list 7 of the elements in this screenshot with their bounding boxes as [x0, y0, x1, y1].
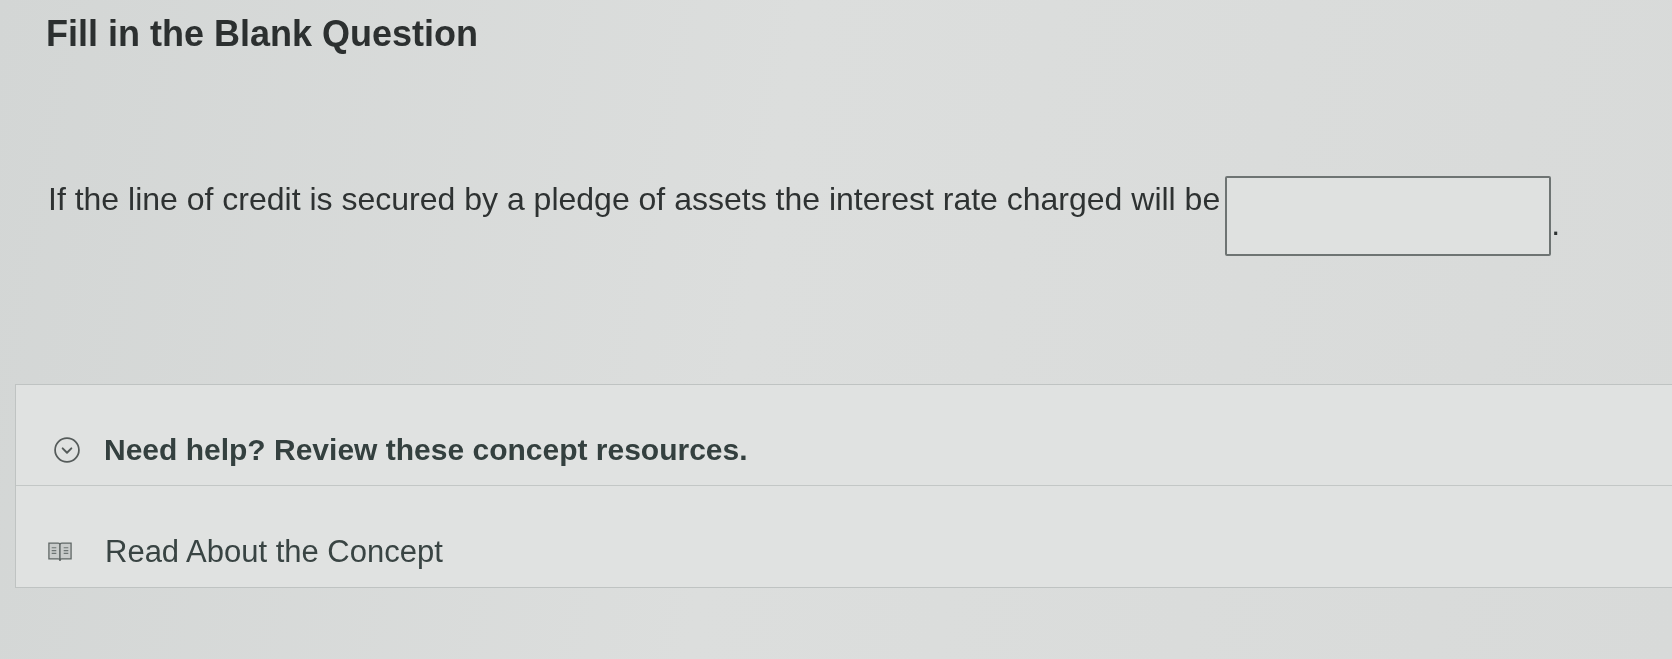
resource-link[interactable]: Read About the Concept — [16, 486, 1672, 587]
help-toggle[interactable]: Need help? Review these concept resources. — [16, 385, 1672, 486]
question-title: Fill in the Blank Question — [46, 13, 479, 55]
question-text: If the line of credit is secured by a pledge of assets the interest rate charged will be — [48, 180, 1221, 218]
book-icon — [48, 541, 72, 562]
question-text: . — [1551, 205, 1561, 243]
answer-box[interactable] — [1225, 176, 1552, 256]
